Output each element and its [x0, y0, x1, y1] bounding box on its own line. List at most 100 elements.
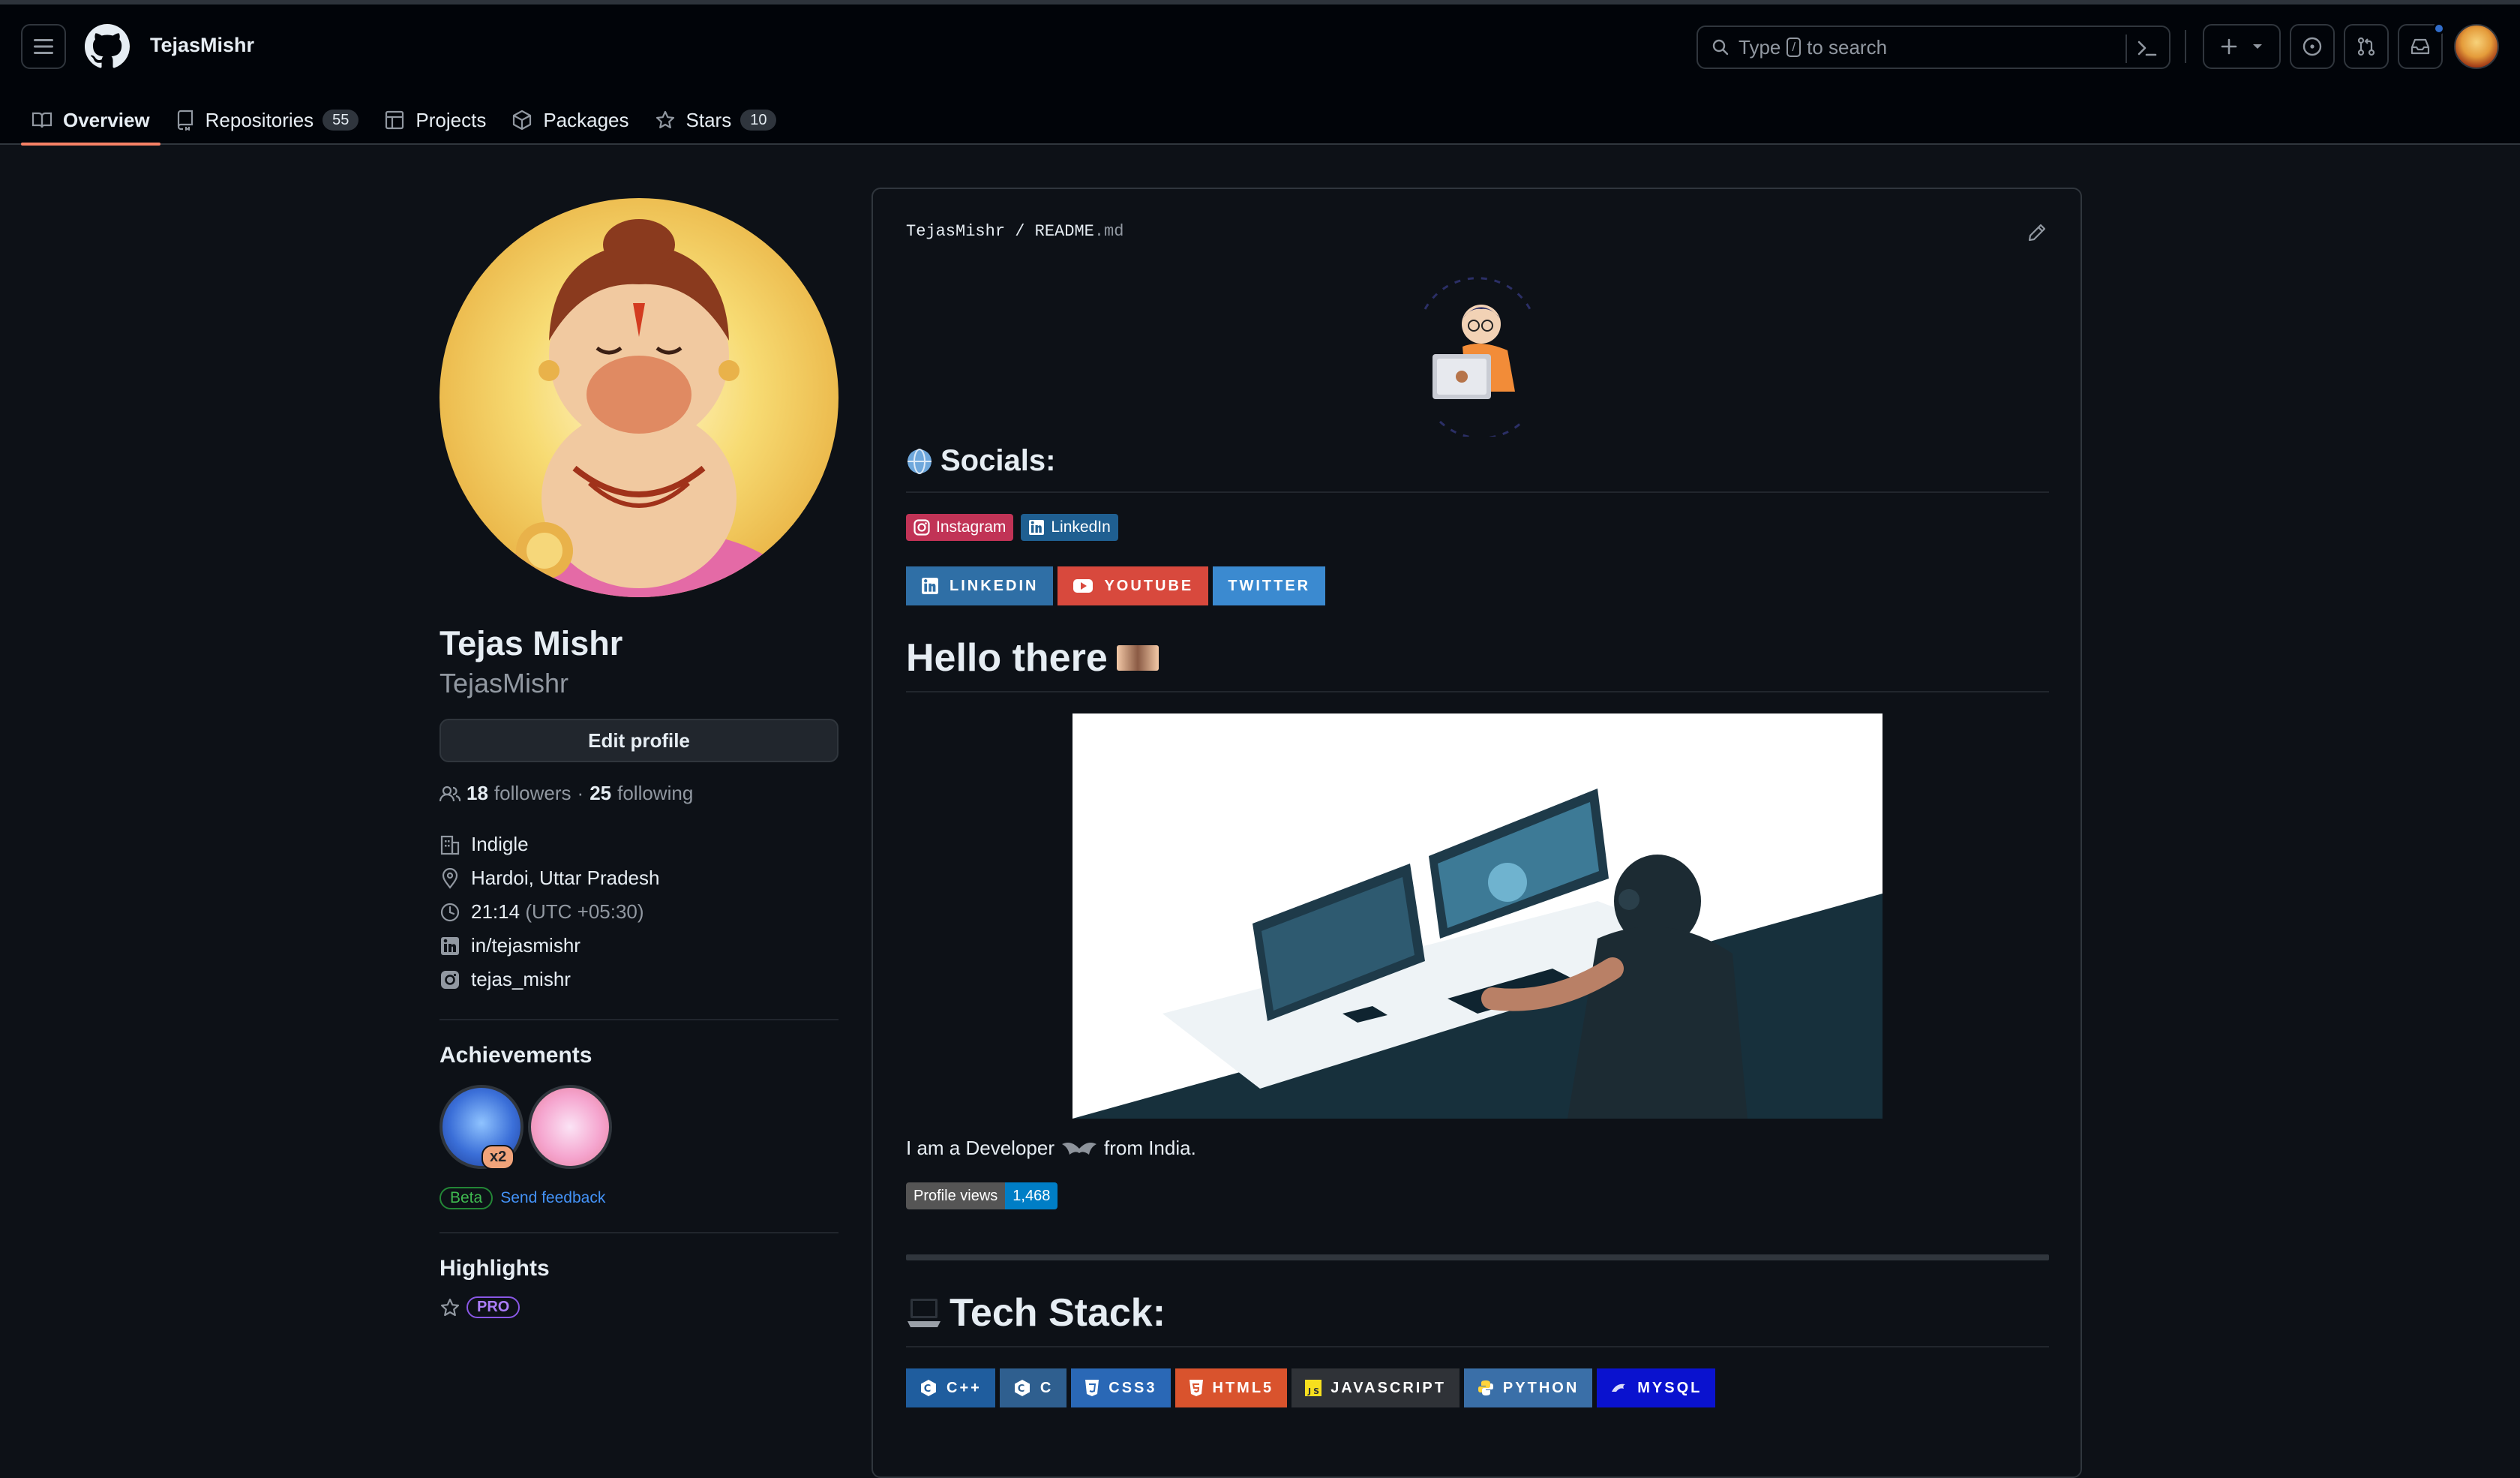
profile-avatar[interactable]	[440, 198, 838, 597]
user-avatar[interactable]	[2454, 24, 2499, 69]
star-icon	[440, 1298, 460, 1316]
tab-label: Overview	[63, 108, 150, 131]
badge-label: CSS3	[1108, 1379, 1157, 1396]
tab-packages[interactable]: Packages	[501, 96, 639, 144]
achievements-beta: Beta Send feedback	[440, 1187, 838, 1209]
python-badge[interactable]: PYTHON	[1463, 1368, 1593, 1407]
search-input[interactable]: Type / to search	[1696, 26, 2170, 69]
twitter-big-badge[interactable]: TWITTER	[1213, 566, 1326, 605]
hello-title: Hello there	[906, 636, 1108, 680]
achievements-heading: Achievements	[440, 1043, 592, 1068]
tab-projects[interactable]: Projects	[374, 96, 496, 144]
laptop-icon	[908, 1299, 940, 1327]
profile-name: Tejas Mishr	[440, 624, 623, 662]
followers-link[interactable]: 18 followers	[466, 782, 572, 805]
badge-label: YOUTUBE	[1104, 577, 1194, 594]
readme-owner[interactable]: TejasMishr	[906, 222, 1005, 241]
book-icon	[32, 110, 52, 130]
linkedin-big-badge[interactable]: LINKEDIN	[906, 566, 1054, 605]
company-text: Indigle	[471, 833, 529, 855]
linkedin-row[interactable]: in/tejasmishr	[440, 929, 838, 963]
badge-label: PYTHON	[1502, 1379, 1580, 1396]
linkedin-badge[interactable]: LinkedIn	[1021, 514, 1118, 541]
organization-icon	[440, 834, 460, 855]
search-shortcut-key: /	[1786, 38, 1802, 57]
readme-path: TejasMishr / README.md	[906, 222, 1124, 241]
youtube-big-badge[interactable]: YOUTUBE	[1058, 566, 1209, 605]
edit-profile-button[interactable]: Edit profile	[440, 719, 838, 762]
git-pull-request-icon	[2357, 37, 2375, 56]
badge-label: LINKEDIN	[950, 577, 1039, 594]
profile-login: TejasMishr	[440, 668, 569, 698]
pencil-icon	[2028, 224, 2046, 242]
svg-text:C: C	[924, 1383, 934, 1395]
instagram-row[interactable]: tejas_mishr	[440, 963, 838, 996]
local-time: 21:14	[471, 900, 520, 923]
follow-separator: ·	[577, 782, 584, 804]
stars-count-badge: 10	[740, 110, 777, 131]
badge-label: JAVASCRIPT	[1330, 1379, 1446, 1396]
tab-label: Packages	[543, 108, 629, 131]
developer-illustration	[1072, 713, 1882, 1119]
package-icon	[512, 110, 532, 131]
developer-text: I am a Developer from India.	[906, 1137, 2049, 1160]
profile-views-count: 1,468	[1005, 1182, 1058, 1209]
linkedin-icon	[922, 578, 938, 594]
sidebar-divider	[440, 1019, 838, 1020]
instagram-link[interactable]: tejas_mishr	[471, 968, 571, 991]
mysql-badge[interactable]: MYSQL	[1597, 1368, 1716, 1407]
inbox-icon	[2410, 38, 2430, 55]
dev-text-after: from India.	[1103, 1137, 1196, 1159]
profile-sidebar: Tejas Mishr TejasMishr Edit profile 18 fo…	[440, 198, 838, 1318]
achievement-multiplier-badge: x2	[482, 1145, 515, 1170]
caret-down-icon	[2253, 44, 2262, 49]
tab-stars[interactable]: Stars 10	[644, 96, 788, 144]
search-suffix: to search	[1807, 35, 1888, 59]
menu-button[interactable]	[21, 24, 66, 69]
edit-readme-button[interactable]	[2026, 222, 2048, 243]
readme-content: Socials: Instagram LinkedIn LINKEDIN YOU…	[906, 264, 2049, 1407]
tech-stack-heading: Tech Stack:	[906, 1290, 2049, 1347]
company-row: Indigle	[440, 828, 838, 861]
svg-text:C: C	[1018, 1383, 1028, 1395]
linkedin-link[interactable]: in/tejasmishr	[471, 934, 580, 957]
location-icon	[440, 867, 460, 889]
css3-icon	[1085, 1380, 1100, 1396]
badge-label: Instagram	[936, 518, 1006, 536]
readme-filename[interactable]: README	[1035, 222, 1094, 241]
issues-button[interactable]	[2290, 24, 2335, 69]
profile-views-badge: Profile views 1,468	[906, 1182, 1058, 1209]
star-icon	[655, 110, 676, 131]
html5-badge[interactable]: HTML5	[1174, 1368, 1288, 1407]
header-username[interactable]: TejasMishr	[150, 34, 254, 57]
globe-icon	[908, 448, 932, 474]
profile-tabs: Overview Repositories 55 Projects Packag…	[21, 96, 791, 146]
instagram-icon	[914, 519, 930, 536]
following-label: following	[617, 782, 694, 804]
cpp-badge[interactable]: C C++	[906, 1368, 995, 1407]
tech-badges: C C++ C C CSS3 HTML5 JS JAVASCRIPT PYTHO…	[906, 1368, 2049, 1407]
javascript-badge[interactable]: JS JAVASCRIPT	[1292, 1368, 1460, 1407]
sidebar-divider	[440, 1232, 838, 1233]
readme-extension: .md	[1094, 222, 1124, 241]
plus-icon	[2221, 38, 2237, 55]
global-header: TejasMishr Type / to search Overview Rep…	[0, 0, 2520, 146]
socials-title: Socials:	[940, 444, 1056, 477]
github-logo-icon[interactable]	[85, 24, 130, 69]
badge-label: C++	[946, 1379, 982, 1396]
python-icon	[1478, 1380, 1493, 1395]
pull-requests-button[interactable]	[2344, 24, 2389, 69]
css3-badge[interactable]: CSS3	[1071, 1368, 1171, 1407]
c-badge[interactable]: C C	[999, 1368, 1067, 1407]
command-palette-icon[interactable]	[2136, 38, 2158, 59]
create-new-button[interactable]	[2203, 24, 2281, 69]
svg-text:JS: JS	[1307, 1386, 1322, 1396]
following-link[interactable]: 25 following	[590, 782, 693, 805]
table-icon	[384, 110, 405, 131]
send-feedback-link[interactable]: Send feedback	[500, 1189, 605, 1207]
yolo-achievement[interactable]	[528, 1085, 612, 1169]
tab-overview[interactable]: Overview	[21, 96, 160, 146]
javascript-icon: JS	[1305, 1380, 1322, 1396]
tab-repositories[interactable]: Repositories 55	[165, 96, 370, 144]
instagram-badge[interactable]: Instagram	[906, 514, 1014, 541]
